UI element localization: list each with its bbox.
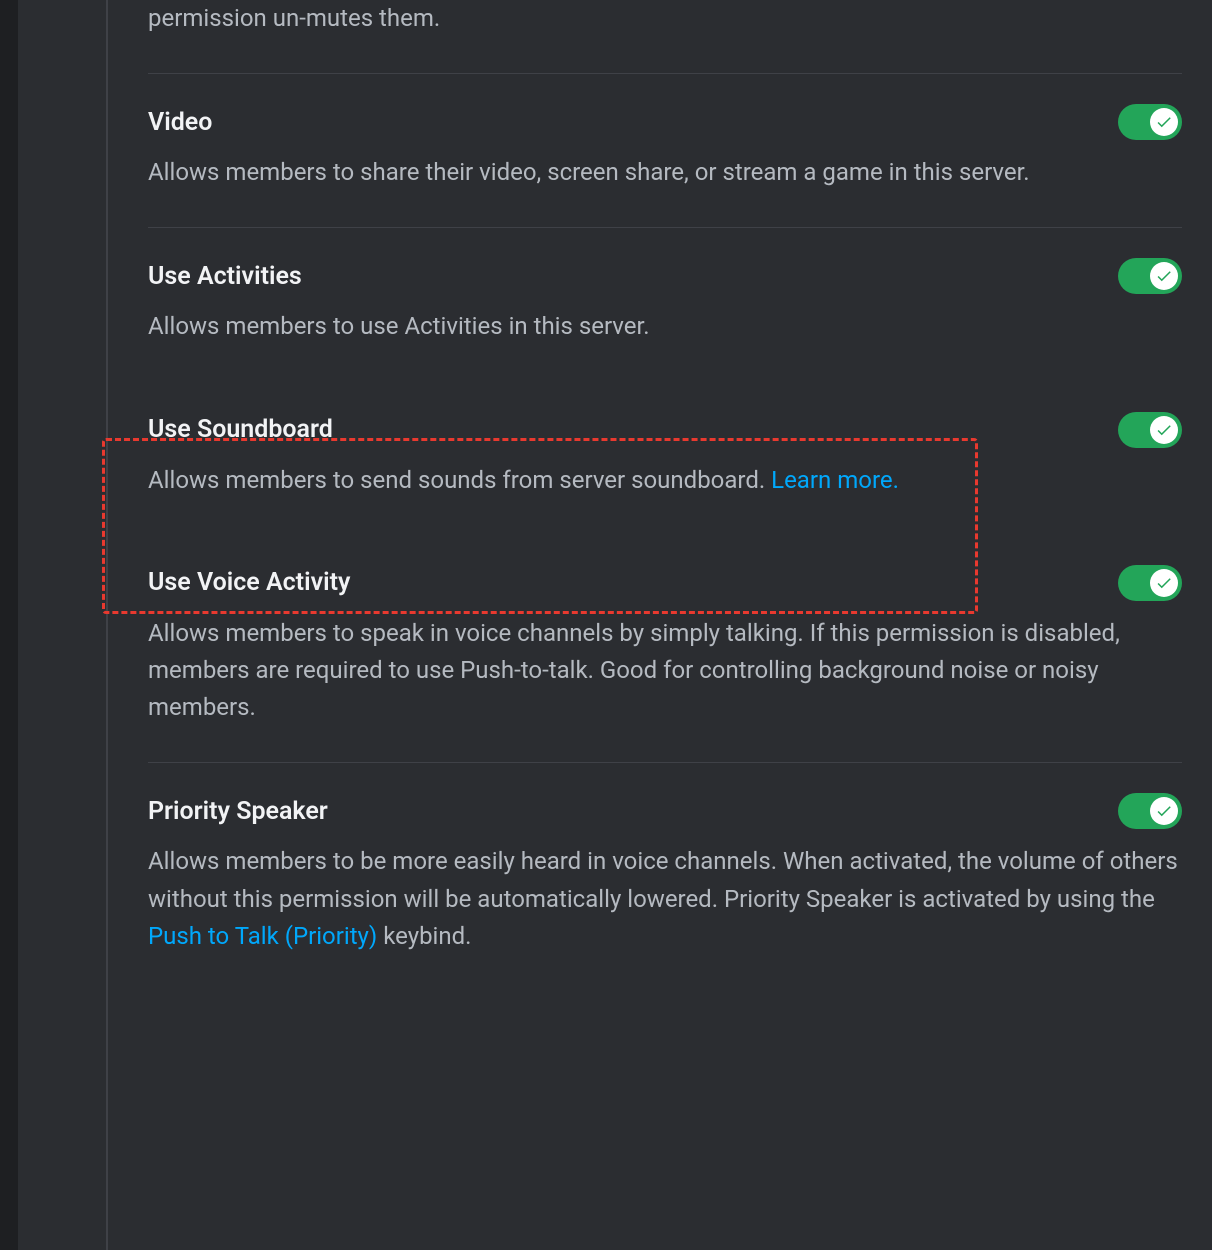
check-icon (1155, 574, 1173, 592)
permission-priority-speaker: Priority Speaker Allows members to be mo… (148, 762, 1182, 991)
permission-desc: Allows members to share their video, scr… (148, 154, 1182, 191)
toggle-knob (1150, 797, 1178, 825)
app-left-rail (0, 0, 18, 1250)
toggle-knob (1150, 108, 1178, 136)
check-icon (1155, 421, 1173, 439)
permission-desc: permission un-mutes them. (148, 0, 1182, 37)
toggle-knob (1150, 416, 1178, 444)
check-icon (1155, 113, 1173, 131)
permissions-panel: permission un-mutes them. Video Allows m… (148, 0, 1182, 991)
permission-desc: Allows members to use Activities in this… (148, 308, 1182, 345)
sidebar-divider (106, 0, 108, 1250)
toggle-soundboard[interactable] (1118, 412, 1182, 448)
learn-more-link[interactable]: Learn more. (771, 466, 899, 494)
permission-desc-text: Allows members to be more easily heard i… (148, 847, 1178, 912)
toggle-video[interactable] (1118, 104, 1182, 140)
permission-video: Video Allows members to share their vide… (148, 73, 1182, 227)
permission-header: Priority Speaker (148, 793, 1182, 829)
permission-soundboard: Use Soundboard Allows members to send so… (148, 382, 1182, 535)
toggle-knob (1150, 262, 1178, 290)
toggle-voice-activity[interactable] (1118, 565, 1182, 601)
permission-activities: Use Activities Allows members to use Act… (148, 227, 1182, 381)
permission-desc-text: Allows members to send sounds from serve… (148, 466, 771, 494)
permission-title: Use Voice Activity (148, 568, 350, 597)
check-icon (1155, 267, 1173, 285)
permission-title: Priority Speaker (148, 797, 328, 826)
permission-voice-activity: Use Voice Activity Allows members to spe… (148, 535, 1182, 763)
permission-header: Use Voice Activity (148, 565, 1182, 601)
toggle-priority-speaker[interactable] (1118, 793, 1182, 829)
permission-header: Video (148, 104, 1182, 140)
permission-desc: Allows members to send sounds from serve… (148, 462, 1182, 499)
toggle-activities[interactable] (1118, 258, 1182, 294)
push-to-talk-link[interactable]: Push to Talk (Priority) (148, 922, 377, 950)
permission-title: Use Activities (148, 262, 302, 291)
permission-title: Video (148, 108, 212, 137)
permission-speak-partial: permission un-mutes them. (148, 0, 1182, 73)
toggle-knob (1150, 569, 1178, 597)
permission-header: Use Activities (148, 258, 1182, 294)
permission-title: Use Soundboard (148, 415, 333, 444)
permission-desc-suffix: keybind. (377, 922, 471, 950)
permission-desc: Allows members to speak in voice channel… (148, 615, 1182, 727)
permission-header: Use Soundboard (148, 412, 1182, 448)
permission-desc: Allows members to be more easily heard i… (148, 843, 1182, 955)
check-icon (1155, 802, 1173, 820)
